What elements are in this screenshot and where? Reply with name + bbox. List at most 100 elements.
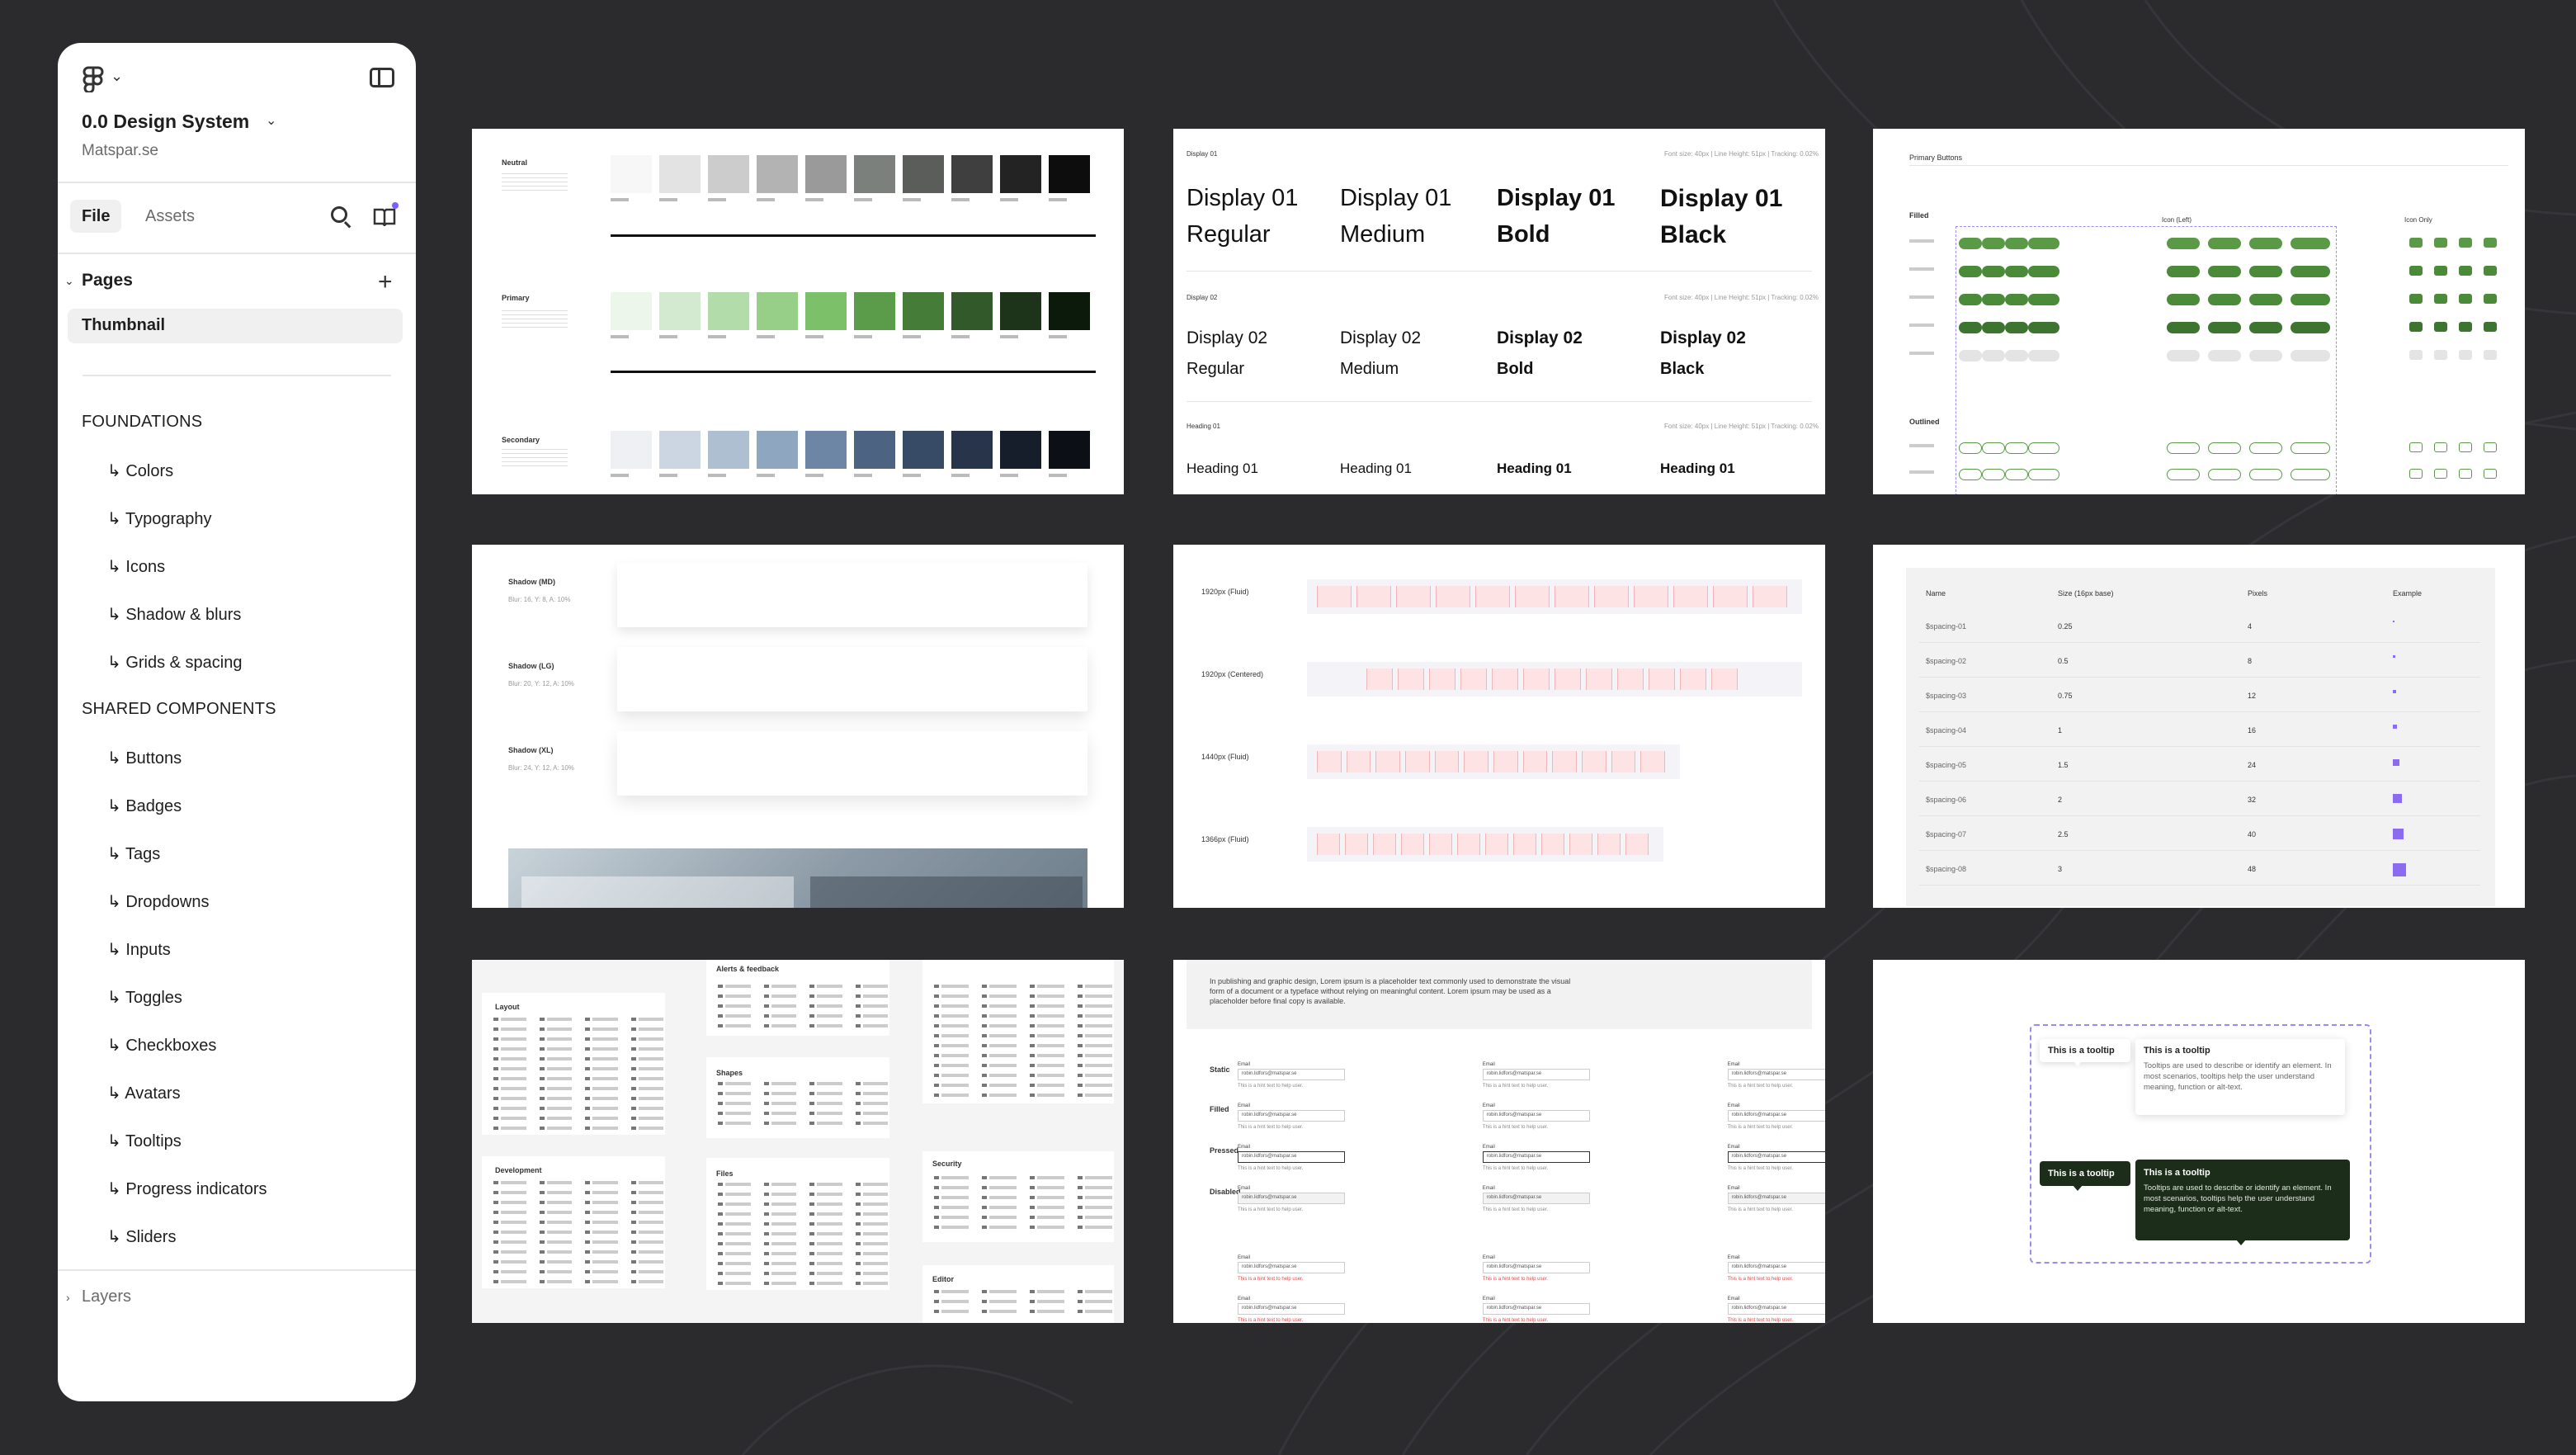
page-item-tags[interactable]: ↳ Tags xyxy=(107,843,160,864)
pages-header[interactable]: ⌄ Pages + xyxy=(58,253,416,315)
weight-medium: Medium xyxy=(1340,360,1399,378)
frame-grids[interactable]: 1920px (Fluid) 1920px (Centered) 1440px … xyxy=(1173,545,1825,908)
chevron-right-icon[interactable]: › xyxy=(66,1291,70,1304)
divider xyxy=(1909,165,2508,166)
page-item-shadow-blurs[interactable]: ↳ Shadow & blurs xyxy=(107,604,241,625)
icon-entry xyxy=(539,1107,572,1110)
filled-button xyxy=(2028,238,2059,249)
frame-icons[interactable]: Layout Alerts & feedback Shapes Developm… xyxy=(472,960,1124,1323)
field-label: Email xyxy=(1238,1145,1251,1150)
page-item-typography[interactable]: ↳ Typography xyxy=(107,508,211,529)
icon-group: Files xyxy=(706,1158,889,1290)
page-item-icons[interactable]: ↳ Icons xyxy=(107,556,165,577)
page-item-colors[interactable]: ↳ Colors xyxy=(107,461,173,481)
icon-entry xyxy=(1078,1054,1112,1057)
input-hint: This is a hint text to help user. xyxy=(1238,1125,1304,1130)
section-foundations[interactable]: FOUNDATIONS xyxy=(82,413,202,432)
icon-entry xyxy=(585,1127,618,1130)
filled-button xyxy=(1959,266,1982,277)
frame-typography[interactable]: Display 01 Font size: 40px | Line Height… xyxy=(1173,129,1825,494)
project-chevron-down-icon[interactable]: ⌄ xyxy=(266,112,276,129)
project-title[interactable]: 0.0 Design System xyxy=(82,111,249,133)
icon-entry xyxy=(630,1260,663,1264)
icon-entry xyxy=(982,1226,1017,1229)
color-swatch xyxy=(1000,431,1041,469)
spacing-example xyxy=(2393,655,2395,658)
spacing-size: 1.5 xyxy=(2058,761,2069,769)
sidebar-toggle-icon[interactable] xyxy=(370,68,394,87)
input-field: robin.lidfors@matspar.se xyxy=(1482,1303,1590,1315)
grid-label: 1440px (Fluid) xyxy=(1201,753,1249,761)
page-item-sliders[interactable]: ↳ Sliders xyxy=(107,1226,176,1247)
tab-assets[interactable]: Assets xyxy=(145,200,195,233)
spacing-pixels: 12 xyxy=(2248,692,2257,700)
page-item-label: Thumbnail xyxy=(82,316,166,334)
input-value: robin.lidfors@matspar.se xyxy=(1731,1071,1787,1076)
page-item-thumbnail[interactable]: Thumbnail xyxy=(68,309,403,343)
page-item-progress-indicators[interactable]: ↳ Progress indicators xyxy=(107,1179,267,1199)
swatch-caption xyxy=(951,335,970,338)
page-item-badges[interactable]: ↳ Badges xyxy=(107,796,182,816)
page-item-avatars[interactable]: ↳ Avatars xyxy=(107,1083,181,1103)
icon-entry xyxy=(539,1117,572,1120)
page-item-toggles[interactable]: ↳ Toggles xyxy=(107,987,182,1008)
grid-column xyxy=(1541,834,1564,855)
grid-column xyxy=(1317,834,1340,855)
font-specs: Font size: 40px | Line Height: 51px | Tr… xyxy=(1664,294,1819,301)
grid-column xyxy=(1405,751,1430,772)
page-item-dropdowns[interactable]: ↳ Dropdowns xyxy=(107,891,209,912)
frame-shadows[interactable]: Shadow (MD) Blur: 16, Y: 8, A: 10% Shado… xyxy=(472,545,1124,908)
icon-entry xyxy=(718,1272,751,1275)
icon-entry xyxy=(585,1018,618,1021)
input-field: robin.lidfors@matspar.se xyxy=(1482,1069,1590,1080)
grid-column xyxy=(1515,586,1550,607)
icon-entry xyxy=(982,1064,1017,1067)
icon-only-button xyxy=(2434,266,2447,276)
icon-only-button xyxy=(2409,350,2423,360)
icon-only-button xyxy=(2459,322,2472,332)
icon-entry xyxy=(1030,1004,1064,1008)
frame-buttons[interactable]: Primary Buttons Filled Icon (Left) Icon … xyxy=(1873,129,2525,494)
icon-entry xyxy=(585,1077,618,1080)
tab-file[interactable]: File xyxy=(70,200,122,233)
frame-tooltips[interactable]: This is a tooltip This is a tooltip Tool… xyxy=(1873,960,2525,1323)
figma-logo-icon[interactable] xyxy=(83,66,104,92)
search-icon[interactable] xyxy=(331,206,347,223)
page-item-checkboxes[interactable]: ↳ Checkboxes xyxy=(107,1035,216,1056)
input-field: robin.lidfors@matspar.se xyxy=(1727,1069,1825,1080)
input-field: robin.lidfors@matspar.se xyxy=(1482,1110,1590,1122)
page-item-grids-spacing[interactable]: ↳ Grids & spacing xyxy=(107,652,243,673)
frame-colors[interactable]: Neutral Primary Secondary xyxy=(472,129,1124,494)
plus-icon[interactable]: + xyxy=(378,270,393,295)
swatch-caption xyxy=(1049,335,1067,338)
font-specs: Font size: 40px | Line Height: 51px | Tr… xyxy=(1664,423,1819,430)
swatch-caption xyxy=(611,474,629,477)
icon-entry xyxy=(982,1176,1017,1179)
icon-entry xyxy=(539,1087,572,1090)
icon-left-button xyxy=(2167,266,2200,277)
icon-entry xyxy=(763,1082,796,1085)
chevron-down-icon[interactable]: ⌄ xyxy=(111,68,123,85)
icon-left-button xyxy=(2208,350,2241,361)
section-shared-components[interactable]: SHARED COMPONENTS xyxy=(82,700,276,719)
grid-column xyxy=(1625,834,1649,855)
display01-regular: Display 01 xyxy=(1187,185,1299,211)
frame-spacing[interactable]: Name Size (16px base) Pixels Example $sp… xyxy=(1873,545,2525,908)
icon-only-button xyxy=(2459,238,2472,248)
row-divider xyxy=(1919,711,2480,712)
icon-entry xyxy=(1078,1004,1112,1008)
field-label: Email xyxy=(1727,1145,1740,1150)
library-icon[interactable] xyxy=(373,206,396,226)
field-label: Email xyxy=(1482,1145,1495,1150)
page-item-buttons[interactable]: ↳ Buttons xyxy=(107,748,182,768)
icon-entry xyxy=(630,1037,663,1041)
icon-entry xyxy=(585,1191,618,1194)
layers-header[interactable]: › Layers xyxy=(58,1269,416,1320)
grid-column xyxy=(1434,751,1460,772)
page-item-tooltips[interactable]: ↳ Tooltips xyxy=(107,1131,182,1151)
chevron-down-icon[interactable]: ⌄ xyxy=(64,274,74,288)
icon-entry xyxy=(1030,1014,1064,1018)
tooltip-body: Tooltips are used to describe or identif… xyxy=(2144,1183,2332,1214)
frame-inputs[interactable]: In publishing and graphic design, Lorem … xyxy=(1173,960,1825,1323)
page-item-inputs[interactable]: ↳ Inputs xyxy=(107,939,171,960)
